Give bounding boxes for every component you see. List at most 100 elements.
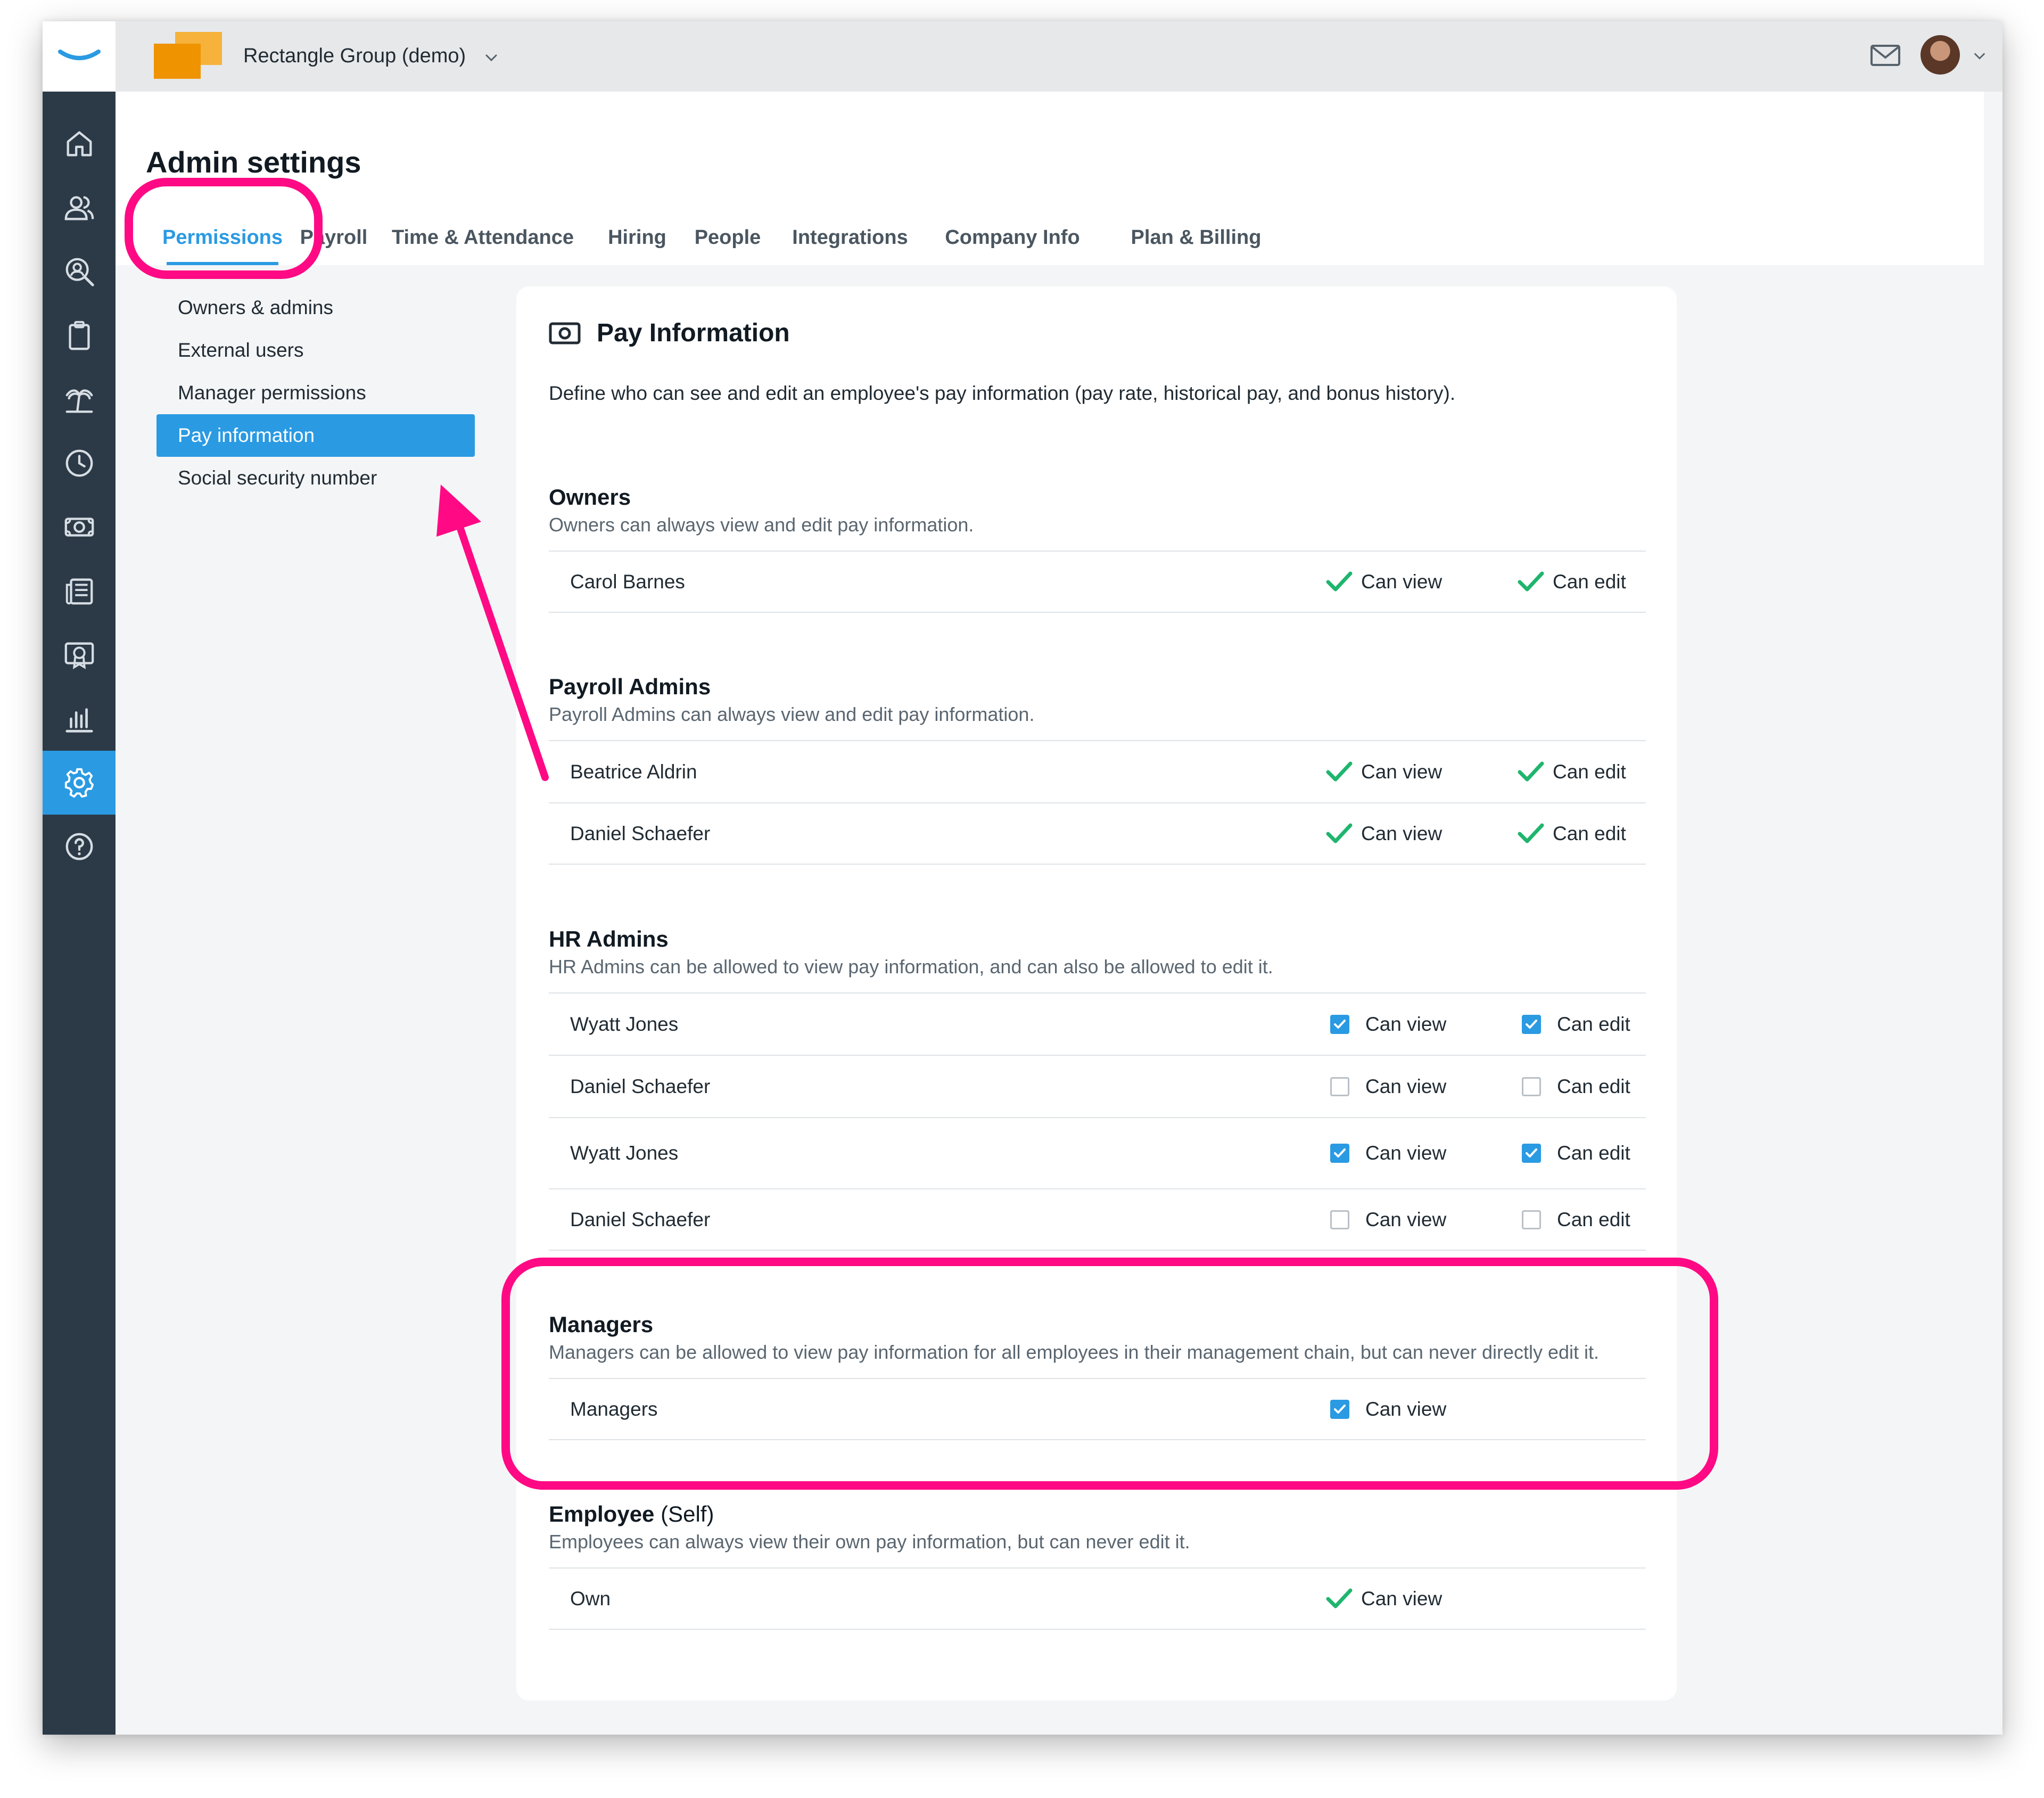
checkbox-unchecked[interactable] xyxy=(1330,1077,1349,1096)
tab-company-info[interactable]: Company Info xyxy=(925,210,1100,265)
chevron-down-icon[interactable] xyxy=(483,49,500,66)
can-edit-checkbox[interactable]: Can edit xyxy=(1518,1013,1630,1036)
sidebar-item-training[interactable] xyxy=(43,623,116,687)
can-edit-checkbox[interactable]: Can edit xyxy=(1518,1142,1630,1164)
sidebar-item-time[interactable] xyxy=(43,431,116,495)
company-switcher[interactable]: Rectangle Group (demo) xyxy=(243,43,466,69)
person-name: Daniel Schaefer xyxy=(570,1075,711,1097)
checkbox-checked[interactable] xyxy=(1330,1014,1349,1034)
tab-plan-billing[interactable]: Plan & Billing xyxy=(1106,210,1287,265)
tab-time-attendance[interactable]: Time & Attendance xyxy=(376,210,589,265)
card-title: Pay Information xyxy=(597,319,790,347)
can-edit-label: Can edit xyxy=(1557,1013,1630,1035)
card-header: Pay Information xyxy=(549,318,790,348)
people-icon xyxy=(64,196,94,220)
subnav-item-manager-permissions[interactable]: Manager permissions xyxy=(156,372,475,414)
checkbox-checked[interactable] xyxy=(1330,1144,1349,1163)
clipboard-icon xyxy=(68,321,90,350)
can-view-checkbox[interactable]: Can view xyxy=(1326,1209,1446,1231)
subnav-item-owners-admins[interactable]: Owners & admins xyxy=(156,286,475,329)
search-person-icon xyxy=(65,258,94,286)
table-row: Own Can view xyxy=(549,1567,1646,1630)
checkbox-unchecked[interactable] xyxy=(1522,1077,1541,1096)
sidebar xyxy=(43,21,116,1735)
check-icon xyxy=(1334,1404,1346,1414)
tab-permissions[interactable]: Permissions xyxy=(162,210,283,265)
sidebar-item-help[interactable] xyxy=(43,815,116,879)
tab-integrations[interactable]: Integrations xyxy=(776,210,925,265)
can-edit-checkbox[interactable]: Can edit xyxy=(1518,1209,1630,1231)
can-edit-label: Can edit xyxy=(1553,822,1626,844)
can-view-checkbox[interactable]: Can view xyxy=(1326,1398,1446,1421)
subnav-item-pay-information[interactable]: Pay information xyxy=(156,414,475,457)
can-edit-label: Can edit xyxy=(1557,1142,1630,1164)
section-owners: Owners Owners can always view and edit p… xyxy=(549,482,1646,613)
can-edit-checkbox[interactable]: Can edit xyxy=(1518,1075,1630,1098)
person-name: Daniel Schaefer xyxy=(570,822,711,844)
money-icon xyxy=(64,518,94,537)
person-name: Wyatt Jones xyxy=(570,1013,679,1035)
can-view-label: Can view xyxy=(1365,1398,1447,1420)
certificate-icon xyxy=(64,642,94,669)
person-name: Daniel Schaefer xyxy=(570,1208,711,1230)
section-managers: Managers Managers can be allowed to view… xyxy=(549,1310,1646,1440)
newspaper-icon xyxy=(65,578,93,605)
sidebar-item-tasks[interactable] xyxy=(43,303,116,367)
sidebar-item-home[interactable] xyxy=(43,112,116,176)
settings-tabs: Permissions Payroll Time & Attendance Hi… xyxy=(116,210,1984,265)
section-employee-self: Employee (Self) Employees can always vie… xyxy=(549,1499,1646,1630)
sidebar-item-recruiting[interactable] xyxy=(43,240,116,303)
tab-hiring[interactable]: Hiring xyxy=(595,210,680,265)
sidebar-item-time-off[interactable] xyxy=(43,367,116,431)
chevron-down-icon[interactable] xyxy=(1972,48,1988,64)
table-row: Managers Can view xyxy=(549,1378,1646,1440)
can-edit-indicator: Can edit xyxy=(1518,571,1626,593)
can-view-checkbox[interactable]: Can view xyxy=(1326,1013,1446,1036)
can-view-checkbox[interactable]: Can view xyxy=(1326,1142,1446,1164)
table-row: Wyatt Jones Can view Can edit xyxy=(549,992,1646,1055)
smile-logo-icon xyxy=(57,50,101,60)
can-view-indicator: Can view xyxy=(1326,761,1442,783)
sidebar-item-payroll[interactable] xyxy=(43,495,116,559)
sidebar-item-reports[interactable] xyxy=(43,687,116,751)
checkmark-icon xyxy=(1326,823,1353,843)
can-view-checkbox[interactable]: Can view xyxy=(1326,1075,1446,1098)
avatar[interactable] xyxy=(1921,35,1960,75)
section-title: HR Admins xyxy=(549,926,669,951)
sidebar-item-people[interactable] xyxy=(43,176,116,240)
can-edit-label: Can edit xyxy=(1557,1075,1630,1097)
can-view-label: Can view xyxy=(1361,822,1443,844)
can-view-indicator: Can view xyxy=(1326,1588,1442,1610)
checkbox-checked[interactable] xyxy=(1522,1014,1541,1034)
section-title-text: Employee xyxy=(549,1501,655,1526)
page-title: Admin settings xyxy=(146,145,361,179)
mail-icon[interactable] xyxy=(1869,42,1901,69)
subnav-item-social-security-number[interactable]: Social security number xyxy=(156,457,475,499)
can-view-label: Can view xyxy=(1361,1587,1443,1610)
table-row: Daniel Schaefer Can view Can edit xyxy=(549,1055,1646,1117)
section-subtitle: Owners can always view and edit pay info… xyxy=(549,514,974,536)
checkbox-unchecked[interactable] xyxy=(1522,1210,1541,1229)
subnav-item-external-users[interactable]: External users xyxy=(156,329,475,372)
gear-icon xyxy=(64,768,94,798)
table-row: Daniel Schaefer Can view Can edit xyxy=(549,802,1646,865)
tab-people[interactable]: People xyxy=(680,210,776,265)
table-row: Beatrice Aldrin Can view Can edit xyxy=(549,740,1646,802)
checkbox-checked[interactable] xyxy=(1330,1399,1349,1419)
section-subtitle: Managers can be allowed to view pay info… xyxy=(549,1341,1600,1363)
table-row: Wyatt Jones Can view Can edit xyxy=(549,1117,1646,1188)
checkmark-icon xyxy=(1326,571,1353,591)
checkbox-unchecked[interactable] xyxy=(1330,1210,1349,1229)
section-subtitle: Payroll Admins can always view and edit … xyxy=(549,703,1035,725)
sidebar-item-documents[interactable] xyxy=(43,559,116,623)
can-edit-label: Can edit xyxy=(1553,570,1626,593)
tab-payroll[interactable]: Payroll xyxy=(291,210,376,265)
section-title-suffix: (Self) xyxy=(661,1501,714,1526)
home-icon xyxy=(67,131,92,157)
person-name: Wyatt Jones xyxy=(570,1142,679,1164)
can-edit-indicator: Can edit xyxy=(1518,761,1626,783)
check-icon xyxy=(1526,1019,1537,1029)
app-logo[interactable] xyxy=(43,21,116,92)
sidebar-item-settings[interactable] xyxy=(43,751,116,815)
checkbox-checked[interactable] xyxy=(1522,1144,1541,1163)
